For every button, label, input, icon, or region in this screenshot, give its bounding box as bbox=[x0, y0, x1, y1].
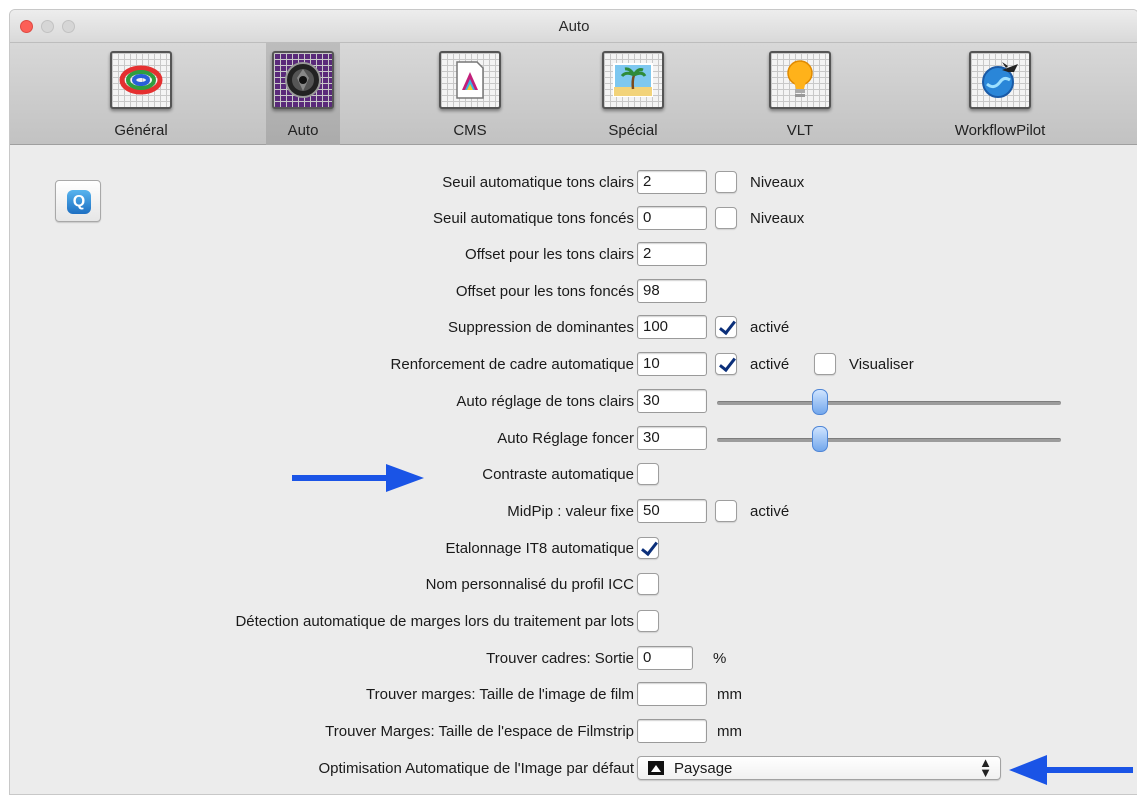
tab-auto[interactable]: Auto bbox=[266, 43, 340, 145]
marges-lots-checkbox[interactable] bbox=[637, 610, 659, 632]
annotation-arrow-contraste bbox=[292, 464, 424, 492]
dominantes-active-label: activé bbox=[750, 319, 790, 336]
taille-filmstrip-input[interactable] bbox=[637, 719, 707, 743]
row-dominantes: Suppression de dominantes 100 activé bbox=[10, 315, 1137, 341]
dominantes-input[interactable]: 100 bbox=[637, 315, 707, 339]
midpip-input[interactable]: 50 bbox=[637, 499, 707, 523]
landscape-icon bbox=[648, 761, 664, 775]
marges-lots-label: Détection automatique de marges lors du … bbox=[235, 613, 634, 630]
row-marges-lots: Détection automatique de marges lors du … bbox=[10, 609, 1137, 635]
cadre-label: Renforcement de cadre automatique bbox=[390, 356, 634, 373]
title-bar: Auto bbox=[10, 10, 1137, 43]
tab-general[interactable]: Général bbox=[80, 43, 202, 145]
color-wheel-icon bbox=[110, 51, 172, 109]
tab-label-auto: Auto bbox=[287, 122, 319, 139]
auto-settings-panel: Q Seuil automatique tons clairs 2 Niveau… bbox=[10, 146, 1137, 794]
cadre-input[interactable]: 10 bbox=[637, 352, 707, 376]
seuil-fonces-niveaux-label: Niveaux bbox=[750, 210, 805, 227]
seuil-fonces-label: Seuil automatique tons foncés bbox=[433, 210, 634, 227]
color-profile-icon bbox=[439, 51, 501, 109]
tab-cms[interactable]: CMS bbox=[415, 43, 525, 145]
seuil-clairs-label: Seuil automatique tons clairs bbox=[442, 174, 634, 191]
auto-clairs-input[interactable]: 30 bbox=[637, 389, 707, 413]
row-offset-clairs: Offset pour les tons clairs 2 bbox=[10, 242, 1137, 268]
preferences-window: Auto Général Auto CMS Spécial VLT Workfl… bbox=[9, 9, 1137, 795]
trouver-cadres-unit: % bbox=[713, 650, 727, 667]
auto-foncer-label: Auto Réglage foncer bbox=[497, 430, 634, 447]
offset-clairs-input[interactable]: 2 bbox=[637, 242, 707, 266]
row-taille-film: Trouver marges: Taille de l'image de fil… bbox=[10, 682, 1137, 708]
optimisation-label: Optimisation Automatique de l'Image par … bbox=[318, 760, 634, 777]
cadre-visualiser-label: Visualiser bbox=[849, 356, 914, 373]
row-trouver-cadres: Trouver cadres: Sortie 0 % bbox=[10, 646, 1137, 672]
trouver-cadres-label: Trouver cadres: Sortie bbox=[486, 650, 634, 667]
tab-label-general: Général bbox=[114, 122, 168, 139]
window-title: Auto bbox=[558, 18, 590, 35]
cadre-visualiser-checkbox[interactable] bbox=[814, 353, 836, 375]
aperture-icon bbox=[272, 51, 334, 109]
seuil-clairs-niveaux-checkbox[interactable] bbox=[715, 171, 737, 193]
tab-vlt[interactable]: VLT bbox=[745, 43, 855, 145]
row-midpip: MidPip : valeur fixe 50 activé bbox=[10, 499, 1137, 525]
icc-label: Nom personnalisé du profil ICC bbox=[425, 576, 634, 593]
light-bulb-icon bbox=[769, 51, 831, 109]
row-it8: Etalonnage IT8 automatique bbox=[10, 536, 1137, 562]
taille-filmstrip-label: Trouver Marges: Taille de l'espace de Fi… bbox=[325, 723, 634, 740]
row-optimisation: Optimisation Automatique de l'Image par … bbox=[10, 756, 1137, 782]
row-auto-clairs: Auto réglage de tons clairs 30 bbox=[10, 389, 1137, 415]
offset-fonces-input[interactable]: 98 bbox=[637, 279, 707, 303]
seuil-fonces-input[interactable]: 0 bbox=[637, 206, 707, 230]
tab-label-special: Spécial bbox=[608, 122, 658, 139]
tab-label-workflowpilot: WorkflowPilot bbox=[954, 122, 1046, 139]
taille-film-label: Trouver marges: Taille de l'image de fil… bbox=[366, 686, 634, 703]
contraste-label: Contraste automatique bbox=[482, 466, 634, 483]
auto-clairs-label: Auto réglage de tons clairs bbox=[456, 393, 634, 410]
chevron-updown-icon: ▲ ▼ bbox=[979, 755, 992, 780]
row-taille-filmstrip: Trouver Marges: Taille de l'espace de Fi… bbox=[10, 719, 1137, 745]
contraste-checkbox[interactable] bbox=[637, 463, 659, 485]
offset-fonces-label: Offset pour les tons foncés bbox=[455, 283, 634, 300]
it8-label: Etalonnage IT8 automatique bbox=[445, 540, 634, 557]
tab-workflowpilot[interactable]: WorkflowPilot bbox=[925, 43, 1075, 145]
row-cadre: Renforcement de cadre automatique 10 act… bbox=[10, 352, 1137, 378]
trouver-cadres-input[interactable]: 0 bbox=[637, 646, 693, 670]
auto-foncer-slider[interactable] bbox=[717, 438, 1061, 442]
taille-film-input[interactable] bbox=[637, 682, 707, 706]
offset-clairs-label: Offset pour les tons clairs bbox=[465, 246, 634, 263]
tab-label-cms: CMS bbox=[453, 122, 487, 139]
dominantes-active-checkbox[interactable] bbox=[715, 316, 737, 338]
row-icc: Nom personnalisé du profil ICC bbox=[10, 572, 1137, 598]
seuil-clairs-input[interactable]: 2 bbox=[637, 170, 707, 194]
optimisation-popup[interactable]: Paysage ▲ ▼ bbox=[637, 756, 1001, 780]
tab-special[interactable]: Spécial bbox=[575, 43, 691, 145]
icc-checkbox[interactable] bbox=[637, 573, 659, 595]
cadre-active-checkbox[interactable] bbox=[715, 353, 737, 375]
row-auto-foncer: Auto Réglage foncer 30 bbox=[10, 426, 1137, 452]
seuil-clairs-niveaux-label: Niveaux bbox=[750, 174, 805, 191]
auto-clairs-slider-knob[interactable] bbox=[812, 389, 829, 415]
taille-film-unit: mm bbox=[717, 686, 742, 703]
auto-clairs-slider[interactable] bbox=[717, 401, 1061, 405]
auto-foncer-slider-knob[interactable] bbox=[812, 426, 829, 452]
optimisation-selected: Paysage bbox=[674, 760, 733, 777]
auto-foncer-input[interactable]: 30 bbox=[637, 426, 707, 450]
row-offset-fonces: Offset pour les tons foncés 98 bbox=[10, 279, 1137, 305]
cadre-active-label: activé bbox=[750, 356, 790, 373]
preferences-toolbar: Général Auto CMS Spécial VLT WorkflowPil… bbox=[10, 43, 1137, 145]
midpip-active-checkbox[interactable] bbox=[715, 500, 737, 522]
row-seuil-clairs: Seuil automatique tons clairs 2 Niveaux bbox=[10, 170, 1137, 196]
globe-plane-icon bbox=[969, 51, 1031, 109]
taille-filmstrip-unit: mm bbox=[717, 723, 742, 740]
seuil-fonces-niveaux-checkbox[interactable] bbox=[715, 207, 737, 229]
row-contraste: Contraste automatique bbox=[10, 462, 1137, 488]
annotation-arrow-optimisation bbox=[1009, 755, 1133, 785]
tab-label-vlt: VLT bbox=[786, 122, 814, 139]
row-seuil-fonces: Seuil automatique tons foncés 0 Niveaux bbox=[10, 206, 1137, 232]
dominantes-label: Suppression de dominantes bbox=[448, 319, 634, 336]
midpip-label: MidPip : valeur fixe bbox=[507, 503, 634, 520]
it8-checkbox[interactable] bbox=[637, 537, 659, 559]
palm-beach-icon bbox=[602, 51, 664, 109]
midpip-active-label: activé bbox=[750, 503, 790, 520]
